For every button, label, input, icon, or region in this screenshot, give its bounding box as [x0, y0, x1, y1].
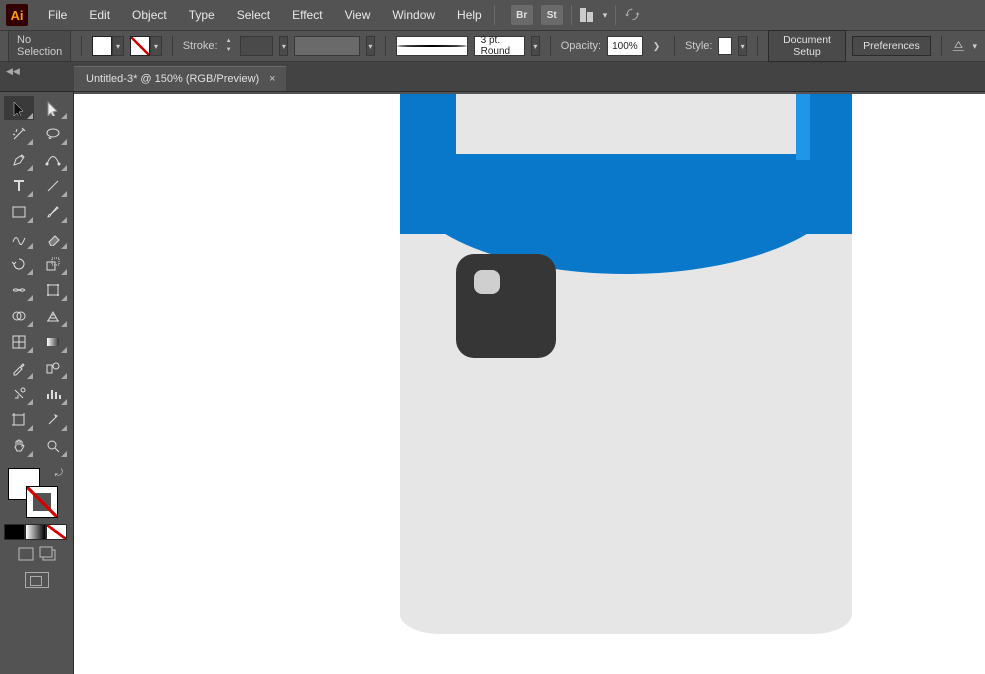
- tools-panel: ⤾: [0, 92, 74, 674]
- eyedropper-tool[interactable]: [4, 356, 34, 380]
- fill-stroke-control: ⤾: [4, 466, 69, 520]
- free-transform-tool[interactable]: [38, 278, 68, 302]
- artboard-tool[interactable]: [4, 408, 34, 432]
- mesh-tool[interactable]: [4, 330, 34, 354]
- column-graph-tool[interactable]: [38, 382, 68, 406]
- shaper-tool[interactable]: [4, 226, 34, 250]
- gradient-tool[interactable]: [38, 330, 68, 354]
- stroke-weight-dropdown[interactable]: ▾: [279, 36, 288, 56]
- stock-icon[interactable]: St: [541, 5, 563, 25]
- selection-status: No Selection: [8, 30, 71, 62]
- draw-behind-icon[interactable]: [39, 546, 57, 562]
- brush-dropdown[interactable]: ▾: [531, 36, 540, 56]
- menu-view[interactable]: View: [335, 4, 381, 26]
- brush-preview[interactable]: [396, 36, 468, 56]
- menu-select[interactable]: Select: [227, 4, 280, 26]
- menu-file[interactable]: File: [38, 4, 77, 26]
- rectangle-tool[interactable]: [4, 200, 34, 224]
- document-tab[interactable]: Untitled-3* @ 150% (RGB/Preview) ×: [74, 66, 286, 91]
- arrange-documents-icon[interactable]: [580, 8, 593, 22]
- close-icon[interactable]: ×: [269, 73, 275, 85]
- panel-collapse-icon[interactable]: ◀◀: [6, 66, 20, 77]
- graphic-style-swatch[interactable]: [718, 37, 732, 55]
- menu-window[interactable]: Window: [382, 4, 445, 26]
- selection-tool[interactable]: [4, 96, 34, 120]
- tab-title: Untitled-3* @ 150% (RGB/Preview): [86, 73, 259, 85]
- stroke-weight-input[interactable]: [240, 36, 274, 56]
- variable-width-dropdown[interactable]: ▾: [366, 36, 375, 56]
- menu-help[interactable]: Help: [447, 4, 492, 26]
- preferences-button[interactable]: Preferences: [852, 36, 931, 56]
- rotate-tool[interactable]: [4, 252, 34, 276]
- paintbrush-tool[interactable]: [38, 200, 68, 224]
- menu-type[interactable]: Type: [179, 4, 225, 26]
- fill-dropdown[interactable]: ▾: [112, 36, 124, 56]
- sync-settings-icon[interactable]: [624, 6, 642, 24]
- swap-fill-stroke-icon[interactable]: ⤾: [55, 468, 63, 479]
- width-tool[interactable]: [4, 278, 34, 302]
- hand-tool[interactable]: [4, 434, 34, 458]
- chevron-down-icon[interactable]: ▾: [603, 10, 608, 21]
- eraser-tool[interactable]: [38, 226, 68, 250]
- style-label: Style:: [685, 40, 713, 52]
- draw-normal-icon[interactable]: [17, 546, 35, 562]
- slice-tool[interactable]: [38, 408, 68, 432]
- menu-bar: Ai File Edit Object Type Select Effect V…: [0, 0, 985, 30]
- divider: [615, 5, 616, 25]
- line-segment-tool[interactable]: [38, 174, 68, 198]
- style-dropdown[interactable]: ▾: [738, 36, 747, 56]
- stroke-weight-stepper[interactable]: ▲▼: [224, 37, 234, 55]
- stroke-color-swatch[interactable]: [130, 36, 150, 56]
- color-mode-row: [4, 524, 69, 540]
- color-mode-gradient[interactable]: [25, 524, 46, 540]
- scale-tool[interactable]: [38, 252, 68, 276]
- control-bar: No Selection ▾ ▾ Stroke: ▲▼ ▾ ▾ 3 pt. Ro…: [0, 30, 985, 62]
- menu-edit[interactable]: Edit: [79, 4, 120, 26]
- canvas[interactable]: [74, 94, 985, 674]
- stroke-swatch[interactable]: [26, 486, 58, 518]
- menu-effect[interactable]: Effect: [282, 4, 332, 26]
- stroke-label: Stroke:: [183, 40, 218, 52]
- document-tabs: Untitled-3* @ 150% (RGB/Preview) ×: [0, 62, 985, 92]
- magic-wand-tool[interactable]: [4, 122, 34, 146]
- artwork: [400, 94, 852, 634]
- type-tool[interactable]: [4, 174, 34, 198]
- opacity-label: Opacity:: [561, 40, 601, 52]
- bridge-icon[interactable]: Br: [511, 5, 533, 25]
- stroke-dropdown[interactable]: ▾: [150, 36, 162, 56]
- opacity-input[interactable]: 100%: [607, 36, 643, 56]
- symbol-sprayer-tool[interactable]: [4, 382, 34, 406]
- app-logo-icon: Ai: [6, 4, 28, 26]
- fill-color-swatch[interactable]: [92, 36, 112, 56]
- pen-tool[interactable]: [4, 148, 34, 172]
- color-mode-solid[interactable]: [4, 524, 25, 540]
- variable-width-profile[interactable]: [294, 36, 359, 56]
- zoom-tool[interactable]: [38, 434, 68, 458]
- screen-mode-icon[interactable]: [25, 572, 49, 588]
- divider: [494, 5, 495, 25]
- opacity-flyout[interactable]: ❯: [649, 41, 665, 52]
- perspective-grid-tool[interactable]: [38, 304, 68, 328]
- divider: [571, 5, 572, 25]
- curvature-tool[interactable]: [38, 148, 68, 172]
- shape-builder-tool[interactable]: [4, 304, 34, 328]
- blend-tool[interactable]: [38, 356, 68, 380]
- direct-selection-tool[interactable]: [38, 96, 68, 120]
- lasso-tool[interactable]: [38, 122, 68, 146]
- align-dropdown[interactable]: ▾: [972, 41, 977, 52]
- brush-definition[interactable]: 3 pt. Round: [474, 36, 525, 56]
- menu-object[interactable]: Object: [122, 4, 177, 26]
- document-setup-button[interactable]: Document Setup: [768, 30, 846, 62]
- color-mode-none[interactable]: [46, 524, 67, 540]
- align-icon[interactable]: [952, 38, 965, 54]
